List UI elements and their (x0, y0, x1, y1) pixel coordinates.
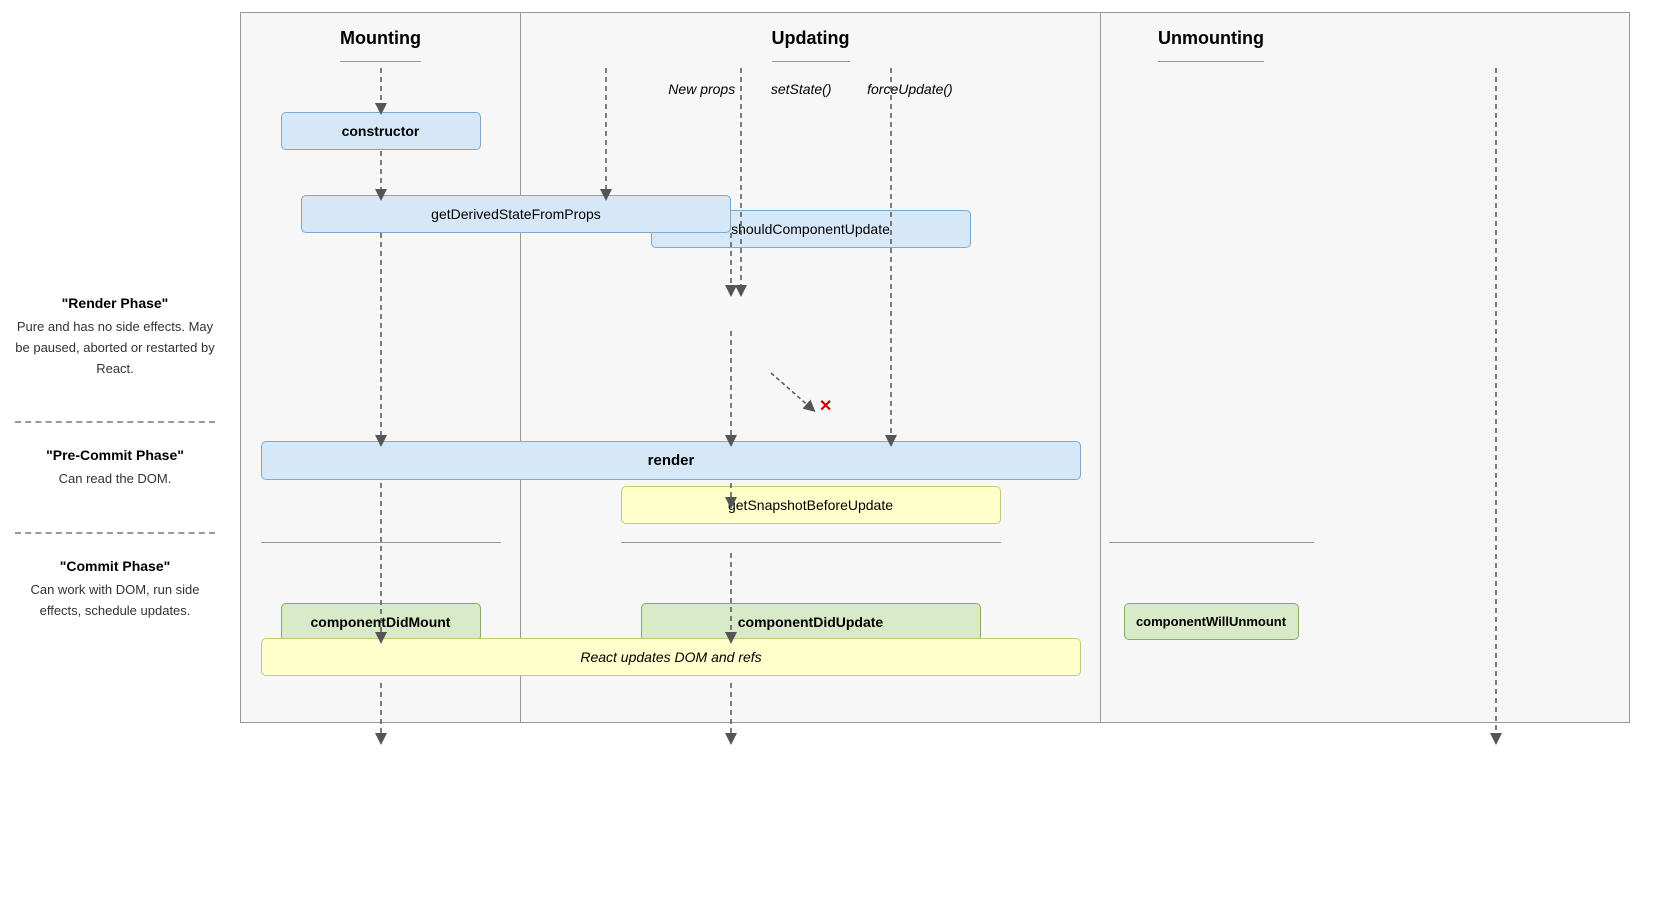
should-component-update-label: shouldComponentUpdate (731, 221, 890, 237)
col-unmounting: Unmounting componentWillUnmount (1101, 13, 1321, 722)
render-phase-title: "Render Phase" (15, 295, 215, 311)
unmounting-header: Unmounting (1158, 13, 1264, 62)
react-updates-dom-overlay: React updates DOM and refs (241, 638, 1101, 676)
updating-commit: componentDidUpdate (621, 542, 1001, 722)
component-did-mount-label: componentDidMount (311, 614, 451, 630)
force-update-label: forceUpdate() (867, 81, 953, 97)
commit-section: "Commit Phase" Can work with DOM, run si… (15, 558, 215, 622)
col-mounting: Mounting constructor (241, 13, 521, 722)
divider-2 (15, 532, 215, 534)
react-updates-dom-label: React updates DOM and refs (580, 649, 761, 665)
set-state-label: setState() (771, 81, 832, 97)
component-did-update-label: componentDidUpdate (738, 614, 883, 630)
pre-commit-title: "Pre-Commit Phase" (15, 447, 215, 463)
commit-title: "Commit Phase" (15, 558, 215, 574)
get-snapshot-box: getSnapshotBeforeUpdate (621, 486, 1001, 524)
updating-render-phase: New props setState() forceUpdate() (631, 62, 991, 462)
get-derived-state-overlay: getDerivedStateFromProps (301, 195, 731, 233)
mounting-render-phase: constructor (261, 62, 501, 462)
diagram-area: ✕ Mounting (230, 0, 1674, 917)
get-derived-state-label: getDerivedStateFromProps (431, 206, 601, 222)
diagram-outer: ✕ Mounting (240, 12, 1630, 723)
col-updating: Updating New props setState() forceUpdat… (521, 13, 1101, 722)
render-phase-desc: Pure and has no side effects. May be pau… (15, 317, 215, 379)
sidebar: "Render Phase" Pure and has no side effe… (0, 0, 230, 917)
component-will-unmount-box: componentWillUnmount (1124, 603, 1299, 640)
component-did-update-box: componentDidUpdate (641, 603, 981, 641)
commit-desc: Can work with DOM, run side effects, sch… (15, 580, 215, 622)
component-did-mount-box: componentDidMount (281, 603, 481, 641)
unmounting-commit: componentWillUnmount (1109, 542, 1314, 722)
updating-header: Updating (772, 13, 850, 62)
mounting-header: Mounting (340, 13, 421, 62)
new-props-label: New props (668, 81, 735, 97)
updating-label: Updating (772, 28, 850, 48)
divider-1 (15, 421, 215, 423)
pre-commit-section: "Pre-Commit Phase" Can read the DOM. (15, 447, 215, 490)
unmounting-label: Unmounting (1158, 28, 1264, 48)
constructor-label: constructor (342, 123, 420, 139)
pre-commit-desc: Can read the DOM. (15, 469, 215, 490)
mounting-label: Mounting (340, 28, 421, 48)
get-snapshot-label: getSnapshotBeforeUpdate (728, 497, 893, 513)
constructor-box: constructor (281, 112, 481, 150)
render-label: render (648, 452, 695, 469)
render-overlay: render (241, 441, 1101, 480)
component-will-unmount-label: componentWillUnmount (1136, 614, 1286, 629)
render-phase-section: "Render Phase" Pure and has no side effe… (15, 295, 215, 379)
mounting-commit: componentDidMount (261, 542, 501, 722)
